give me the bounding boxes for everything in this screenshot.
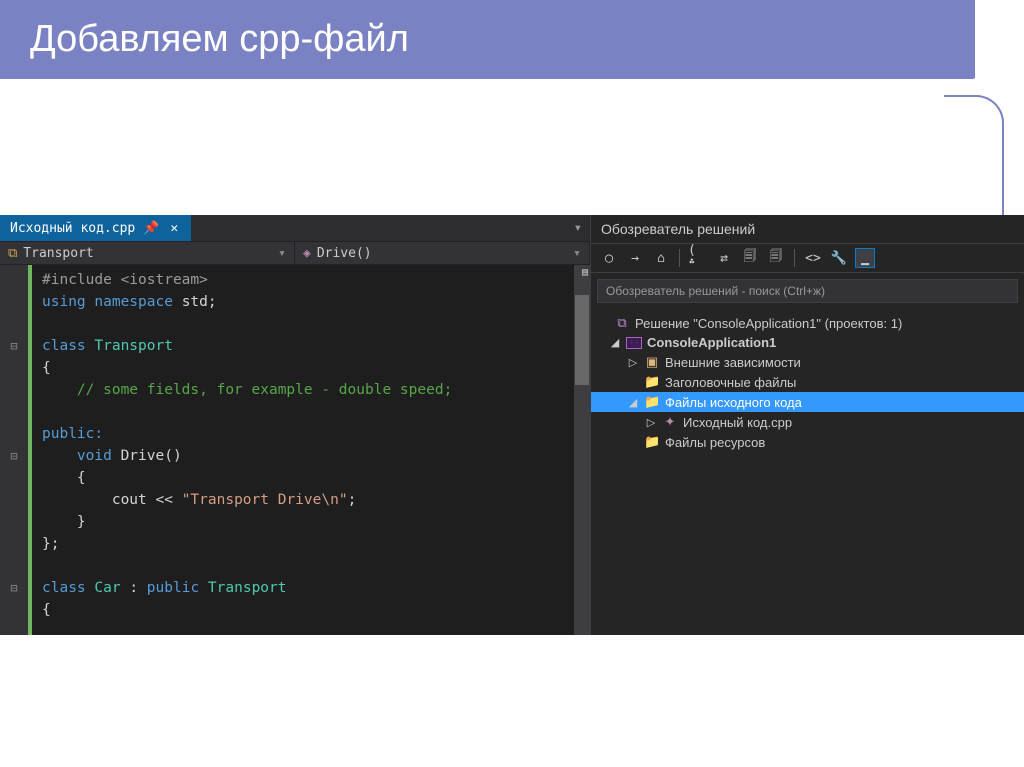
refresh-icon[interactable]: ( ؞	[688, 248, 708, 268]
editor-pane: Исходный код.cpp 📌 ✕ ▾ ⧉ Transport ▾ ◈ D…	[0, 215, 590, 635]
solution-explorer: Обозреватель решений ◯ → ⌂ ( ؞ ⇄ 🗐 🗐 <> …	[590, 215, 1024, 635]
panel-title: Обозреватель решений	[591, 215, 1024, 243]
class-icon: ⧉	[8, 246, 17, 261]
nav-member-label: Drive()	[317, 246, 372, 261]
folder-icon: 📁	[644, 434, 660, 450]
show-all-icon[interactable]: 🗐	[740, 248, 760, 268]
close-icon[interactable]: ✕	[167, 221, 181, 236]
fold-icon[interactable]: ⊟	[0, 445, 28, 467]
code-area[interactable]: ⊟ ⊟ ⊟ #include <iostream> using namespac…	[0, 265, 590, 635]
solution-node[interactable]: ⧉ Решение "ConsoleApplication1" (проекто…	[591, 313, 1024, 333]
collapse-arrow-icon[interactable]: ◢	[627, 396, 639, 409]
tree-deps[interactable]: ▷ ▣ Внешние зависимости	[591, 352, 1024, 372]
expand-arrow-icon[interactable]: ▷	[645, 416, 657, 429]
code-icon[interactable]: <>	[803, 248, 823, 268]
slide-decor	[944, 95, 1004, 215]
solution-icon: ⧉	[614, 315, 630, 331]
scroll-thumb[interactable]	[575, 295, 589, 385]
tab-label: Исходный код.cpp	[10, 221, 135, 236]
nav-scope-label: Transport	[23, 246, 93, 261]
slide-title: Добавляем срр-файл	[0, 0, 975, 82]
expand-arrow-icon[interactable]: ▷	[627, 356, 639, 369]
folder-icon: ▣	[644, 354, 660, 370]
tree-headers[interactable]: 📁 Заголовочные файлы	[591, 372, 1024, 392]
search-input[interactable]: Обозреватель решений - поиск (Ctrl+ж)	[597, 279, 1018, 303]
tab-bar: Исходный код.cpp 📌 ✕ ▾	[0, 215, 590, 241]
nav-bar: ⧉ Transport ▾ ◈ Drive() ▾	[0, 241, 590, 265]
nav-member[interactable]: ◈ Drive() ▾	[295, 242, 590, 264]
method-icon: ◈	[303, 246, 311, 261]
chevron-down-icon: ▾	[278, 246, 286, 261]
project-icon: ++	[626, 337, 642, 349]
solution-tree: ⧉ Решение "ConsoleApplication1" (проекто…	[591, 309, 1024, 456]
ide-window: Исходный код.cpp 📌 ✕ ▾ ⧉ Transport ▾ ◈ D…	[0, 215, 1024, 635]
split-handle-icon[interactable]: ▤	[582, 267, 588, 278]
collapse-icon[interactable]: 🗐	[766, 248, 786, 268]
pin-icon[interactable]: 📌	[143, 221, 159, 236]
collapse-arrow-icon[interactable]: ◢	[609, 336, 621, 349]
props-icon[interactable]: ▁	[855, 248, 875, 268]
sync-icon[interactable]: ⇄	[714, 248, 734, 268]
chevron-down-icon: ▾	[573, 246, 581, 261]
wrench-icon[interactable]: 🔧	[829, 248, 849, 268]
file-tab[interactable]: Исходный код.cpp 📌 ✕	[0, 215, 191, 241]
forward-icon[interactable]: →	[625, 248, 645, 268]
fold-icon[interactable]: ⊟	[0, 335, 28, 357]
tree-source-folder[interactable]: ◢ 📁 Файлы исходного кода	[591, 392, 1024, 412]
back-icon[interactable]: ◯	[599, 248, 619, 268]
cpp-file-icon: ✦	[662, 414, 678, 430]
folder-icon: 📁	[644, 374, 660, 390]
project-node[interactable]: ◢ ++ ConsoleApplication1	[591, 333, 1024, 352]
home-icon[interactable]: ⌂	[651, 248, 671, 268]
tree-source-file[interactable]: ▷ ✦ Исходный код.cpp	[591, 412, 1024, 432]
fold-icon[interactable]: ⊟	[0, 577, 28, 599]
tab-overflow-icon[interactable]: ▾	[566, 220, 590, 236]
code-text[interactable]: #include <iostream> using namespace std;…	[32, 265, 590, 635]
nav-scope[interactable]: ⧉ Transport ▾	[0, 242, 295, 264]
folder-icon: 📁	[644, 394, 660, 410]
explorer-toolbar: ◯ → ⌂ ( ؞ ⇄ 🗐 🗐 <> 🔧 ▁	[591, 243, 1024, 273]
fold-gutter: ⊟ ⊟ ⊟	[0, 265, 28, 635]
tree-resources[interactable]: 📁 Файлы ресурсов	[591, 432, 1024, 452]
